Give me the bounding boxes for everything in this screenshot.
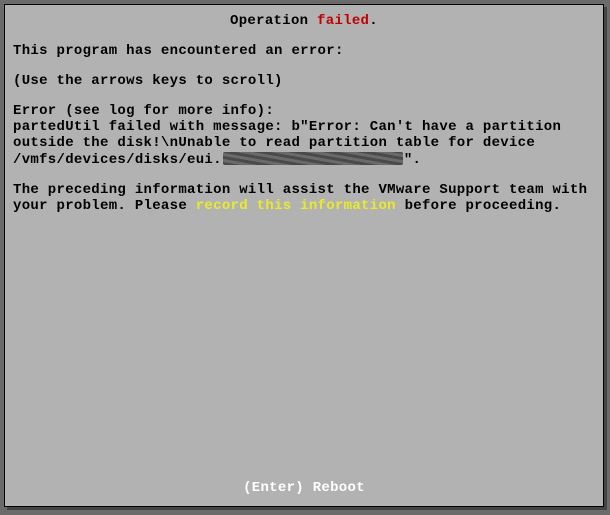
- reboot-prompt[interactable]: (Enter) Reboot: [5, 480, 603, 496]
- title-prefix: Operation: [230, 13, 317, 29]
- dialog-content: Operation failed. This program has encou…: [13, 13, 595, 498]
- error-line-3: /vmfs/devices/disks/eui. ".: [13, 152, 595, 168]
- support-line-2b: before proceeding.: [396, 198, 561, 214]
- error-header: Error (see log for more info):: [13, 103, 595, 119]
- support-block: The preceding information will assist th…: [13, 182, 595, 214]
- support-line-2: your problem. Please record this informa…: [13, 198, 595, 214]
- support-line-2a: your problem. Please: [13, 198, 196, 214]
- device-path-prefix: /vmfs/devices/disks/eui.: [13, 152, 222, 168]
- support-line-1: The preceding information will assist th…: [13, 182, 595, 198]
- error-block: Error (see log for more info): partedUti…: [13, 103, 595, 167]
- title-status: failed: [317, 13, 369, 29]
- redacted-id: [223, 152, 403, 165]
- dialog-body: This program has encountered an error: (…: [13, 43, 595, 214]
- title-suffix: .: [369, 13, 378, 29]
- intro-text: This program has encountered an error:: [13, 43, 595, 59]
- device-path-suffix: ".: [404, 152, 421, 168]
- dialog-title: Operation failed.: [13, 13, 595, 29]
- support-highlight: record this information: [196, 198, 396, 214]
- error-line-2: outside the disk!\nUnable to read partit…: [13, 135, 595, 151]
- scroll-hint: (Use the arrows keys to scroll): [13, 73, 595, 89]
- error-line-1: partedUtil failed with message: b"Error:…: [13, 119, 595, 135]
- error-dialog: Operation failed. This program has encou…: [4, 4, 604, 507]
